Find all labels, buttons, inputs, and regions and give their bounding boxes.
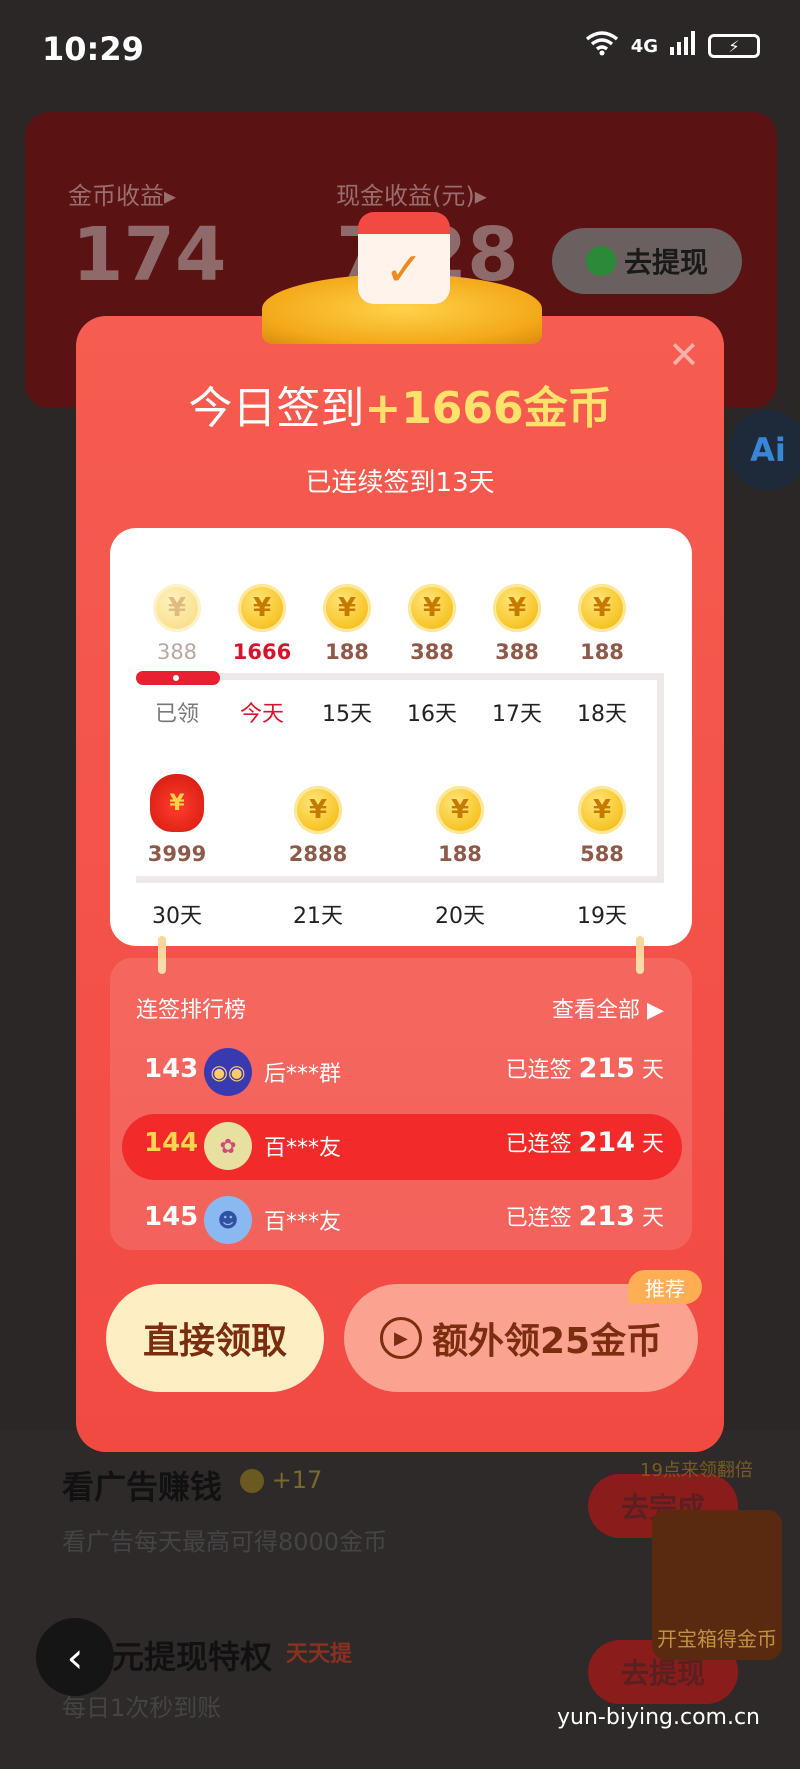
gold-earnings-value: 174 <box>72 212 227 298</box>
day-amount: 188 <box>580 640 624 664</box>
rank-streak: 已连签 215 天 <box>505 1053 664 1084</box>
rank-username: 百***友 <box>264 1136 342 1161</box>
status-icons: 4G ⚡ <box>585 30 760 62</box>
coin-icon: ¥ <box>578 584 626 632</box>
task-withdraw-title: 元提现特权 <box>112 1638 273 1676</box>
status-time: 10:29 <box>42 30 144 68</box>
gold-earnings-label[interactable]: 金币收益▸ <box>68 176 176 211</box>
coin-icon: ¥ <box>153 584 201 632</box>
signal-bars-icon <box>670 31 696 61</box>
extra-button-label: 额外领25金币 <box>431 1321 663 1362</box>
ranking-title: 连签排行榜 <box>136 998 247 1023</box>
progress-track-turn <box>657 673 664 881</box>
coin-icon: ¥ <box>323 584 371 632</box>
rank-number: 144 <box>144 1128 199 1158</box>
task-ad-tag: 19点来领翻倍 <box>640 1460 753 1481</box>
ai-assistant-icon[interactable]: Ai <box>728 410 800 490</box>
progress-track-lower <box>136 876 664 883</box>
coin-icon: ¥ <box>294 786 342 834</box>
day-label: 今天 <box>239 702 284 727</box>
coin-icon: ¥ <box>493 584 541 632</box>
chevron-left-icon: ‹ <box>66 1632 84 1682</box>
modal-title: 今日签到+1666金币 <box>76 372 724 436</box>
view-all-link[interactable]: 查看全部 ▶ <box>552 992 664 1024</box>
day-label: 30天 <box>152 904 202 929</box>
coin-icon: ¥ <box>408 584 456 632</box>
coin-icon: ¥ <box>238 584 286 632</box>
play-icon: ▶ <box>379 1317 422 1359</box>
rank-username: 后***群 <box>264 1062 342 1087</box>
day-label: 18天 <box>577 702 627 727</box>
wechat-icon <box>585 246 616 276</box>
day-label: 19天 <box>577 904 627 929</box>
cartoon-avatar-icon: ☻ <box>204 1196 252 1244</box>
ranking-row: 143 ◉◉ 后***群 已连签 215 天 <box>122 1040 682 1106</box>
day-label: 已领 <box>154 702 199 727</box>
rank-number: 143 <box>144 1054 199 1084</box>
streak-subtitle: 已连续签到13天 <box>305 468 495 498</box>
signal-icon: 4G <box>630 35 658 57</box>
day-amount: 388 <box>495 640 539 664</box>
rank-streak: 已连签 214 天 <box>505 1127 664 1158</box>
day-amount: 388 <box>410 640 454 664</box>
task-ad-reward: +17 <box>240 1466 322 1494</box>
task-withdraw-tag: 天天提 <box>286 1642 353 1667</box>
task-ad-subtitle: 看广告每天最高可得8000金币 <box>62 1528 388 1556</box>
red-envelope-icon: ¥ <box>150 774 204 832</box>
day-amount: 388 <box>156 640 198 664</box>
claim-directly-button[interactable]: 直接领取 <box>106 1284 324 1392</box>
coin-icon: ¥ <box>578 786 626 834</box>
day-amount: 188 <box>438 842 482 866</box>
treasure-box-badge[interactable]: 开宝箱得金币 <box>652 1510 782 1660</box>
lotus-avatar-icon: ✿ <box>204 1122 252 1170</box>
day-label: 17天 <box>492 702 542 727</box>
battery-charging-icon: ⚡ <box>708 34 760 58</box>
cash-earnings-label[interactable]: 现金收益(元)▸ <box>336 176 487 211</box>
day-amount: 1666 <box>232 640 292 664</box>
day-amount: 3999 <box>147 842 207 866</box>
withdraw-button[interactable]: 去提现 <box>552 228 742 294</box>
wifi-icon <box>585 30 619 62</box>
day-label: 20天 <box>435 904 485 929</box>
day-label: 21天 <box>293 904 343 929</box>
calendar-check-icon: ✓ <box>358 212 450 304</box>
ranking-row: 145 ☻ 百***友 已连签 213 天 <box>122 1188 682 1254</box>
title-amount: +1666金币 <box>364 383 612 434</box>
progress-dot <box>173 675 179 681</box>
ranking-row-self: 144 ✿ 百***友 已连签 214 天 <box>122 1114 682 1180</box>
day-label: 16天 <box>407 702 457 727</box>
back-button[interactable]: ‹ <box>36 1618 114 1696</box>
day-label: 15天 <box>322 702 372 727</box>
day-amount: 188 <box>325 640 369 664</box>
owl-avatar-icon: ◉◉ <box>204 1048 252 1096</box>
withdraw-button-label: 去提现 <box>623 246 708 279</box>
coin-icon: ¥ <box>436 786 484 834</box>
coin-icon <box>240 1469 264 1493</box>
watermark: yun-biying.com.cn <box>557 1705 760 1730</box>
title-prefix: 今日签到 <box>188 383 365 434</box>
rank-username: 百***友 <box>264 1210 342 1235</box>
recommend-badge: 推荐 <box>628 1270 702 1304</box>
day-amount: 2888 <box>288 842 348 866</box>
close-icon[interactable]: ✕ <box>668 336 700 374</box>
rank-number: 145 <box>144 1202 199 1232</box>
task-ad-title: 看广告赚钱 <box>62 1468 223 1506</box>
day-amount: 588 <box>580 842 624 866</box>
rank-streak: 已连签 213 天 <box>505 1201 664 1232</box>
